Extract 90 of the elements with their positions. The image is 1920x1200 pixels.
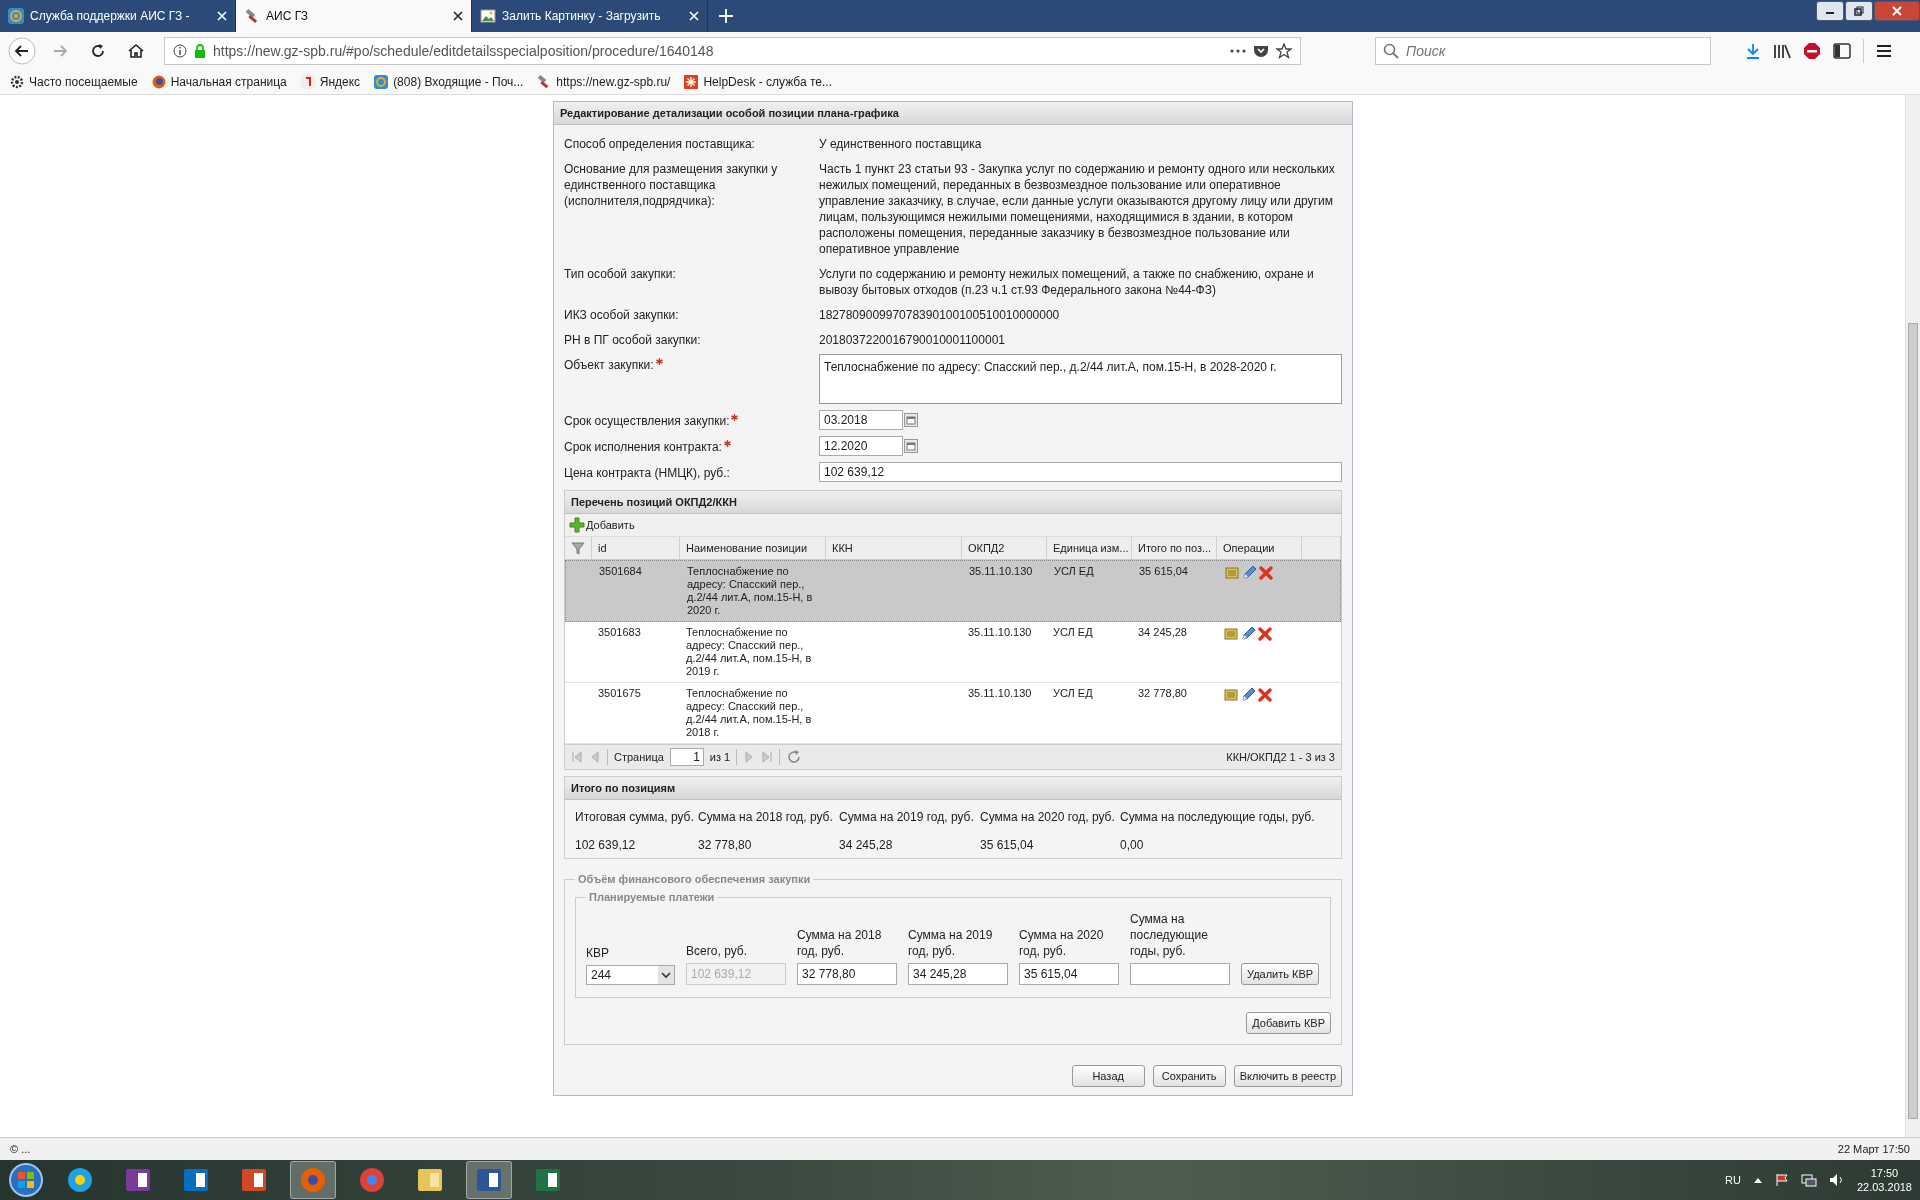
section-title: Итого по позициям [565, 777, 1341, 800]
page-count: из 1 [709, 751, 731, 763]
column-label: Сумма на последующие годы, руб. [1130, 911, 1209, 959]
total-label: Сумма на 2020 год, руб. [980, 810, 1116, 824]
clock[interactable]: 17:50 22.03.2018 [1856, 1166, 1912, 1194]
field-label: Тип особой закупки: [564, 266, 676, 282]
status-text: © ... [10, 1143, 31, 1155]
search-field[interactable]: Поиск [1375, 37, 1711, 65]
add-kvr-button[interactable]: Добавить КВР [1246, 1012, 1331, 1034]
bookmark-link[interactable]: HelpDesk - служба те... [684, 75, 832, 89]
total-label: Итоговая сумма, руб. [575, 810, 695, 824]
amount-field[interactable]: 34 245,28 [908, 963, 1008, 985]
field-label: Объект закупки: [564, 357, 654, 373]
field-value: 2018037220016790010001100001 [819, 332, 1006, 348]
table-cell-text: 3501683 [597, 625, 642, 640]
table-cell-text: 35.11.10.130 [967, 625, 1033, 640]
column-label: КВР [586, 945, 610, 961]
bookmark-link[interactable]: (808) Входящие - Поч... [374, 75, 524, 89]
field-label: Срок исполнения контракта: [564, 439, 722, 455]
table-cell-text: 3501684 [598, 564, 643, 579]
field-label: Способ определения поставщика: [564, 136, 755, 152]
table-cell-text: УСЛ ЕД [1053, 564, 1095, 579]
total-label: Сумма на 2018 год, руб. [698, 810, 834, 824]
table-cell-text: 35 615,04 [1138, 564, 1189, 579]
total-label: Сумма на 2019 год, руб. [839, 810, 975, 824]
bookmark-link[interactable]: Начальная страница [151, 75, 287, 89]
table-cell-text: 3501675 [597, 686, 642, 701]
panel-title: Редактирование детализации особой позиции плана-графика [554, 102, 1352, 125]
table-cell-text: УСЛ ЕД [1052, 686, 1094, 701]
fieldset-legend: Объём финансового обеспечения закупки [575, 873, 814, 885]
total-value: 102 639,12 [575, 838, 637, 852]
table-row[interactable]: 3501684 Теплоснабжение по адресу: Спасский пер., д.2/44 лит.А, пом.15-Н, в 2020 г. 35.11.10.130 УСЛ ЕД 35 615,04 [565, 560, 1341, 622]
fieldset-legend: Планируемые платежи [586, 891, 718, 903]
field-label: Основание для размещения закупки у единственного поставщика (исполнителя,подрядчика): [564, 161, 779, 209]
column-header[interactable]: Наименование позиции [680, 537, 826, 559]
column-label: Сумма на 2020 год, руб. [1019, 927, 1105, 959]
column-label: Сумма на 2019 год, руб. [908, 927, 994, 959]
input-field[interactable]: 102 639,12 [819, 462, 1342, 482]
column-header[interactable]: ККН [826, 537, 962, 559]
column-label: Сумма на 2018 год, руб. [797, 927, 883, 959]
browser-tab[interactable]: АИС ГЗ [236, 0, 472, 32]
textarea-field[interactable]: Теплоснабжение по адресу: Спасский пер., д.2/44 лит.А, пом.15-Н, в 2028-2020 г. [819, 354, 1342, 404]
field-value: У единственного поставщика [819, 136, 983, 152]
action-button[interactable]: Назад [1071, 1065, 1145, 1087]
select-field[interactable]: 244 [586, 965, 675, 985]
action-button[interactable]: Сохранить [1152, 1065, 1226, 1087]
bookmark-link[interactable]: Часто посещаемые [10, 75, 138, 89]
table-cell-text: 35.11.10.130 [968, 564, 1034, 579]
total-value: 34 245,28 [839, 838, 894, 852]
table-cell-text: Теплоснабжение по адресу: Спасский пер., д.2/44 лит.А, пом.15-Н, в 2018 г. [685, 686, 813, 740]
table-cell-text: 35.11.10.130 [967, 686, 1033, 701]
total-value: 35 615,04 [980, 838, 1035, 852]
action-button[interactable]: Включить в реестр [1233, 1065, 1342, 1087]
language-indicator[interactable]: RU [1725, 1174, 1741, 1186]
column-header[interactable]: Операции [1217, 537, 1302, 559]
amount-field[interactable]: 35 615,04 [1019, 963, 1119, 985]
page-label: Страница [614, 751, 664, 763]
table-cell-text: Теплоснабжение по адресу: Спасский пер., д.2/44 лит.А, пом.15-Н, в 2020 г. [686, 564, 814, 618]
bookmark-link[interactable]: Яндекс [300, 75, 361, 89]
field-value: Часть 1 пункт 23 статьи 93 - Закупка услуг по содержанию и ремонту одного или нескольких нежилых помещений, переданных в безвозмездное пользование или оперативное управление заказчику, в случае, если данные услуги оказываются другому лицу или другим лицам, пользующимся нежилыми помещениями, находящимися в здании, в котором расположены помещения, переданные заказчику в безвозмездное пользование или оперативное управление [819, 161, 1336, 257]
status-text: 22 Март 17:50 [1837, 1143, 1910, 1155]
table-cell-text: 34 245,28 [1137, 625, 1188, 640]
field-label: Цена контракта (НМЦК), руб.: [564, 465, 730, 481]
total-value: 32 778,80 [698, 838, 753, 852]
table-cell-text: 32 778,80 [1137, 686, 1188, 701]
table-cell-text: УСЛ ЕД [1052, 625, 1094, 640]
add-button[interactable]: Добавить [569, 517, 635, 533]
field-value: Услуги по содержанию и ремонту нежилых помещений, а также по снабжению, охране и вывозу бытовых отходов (п.23 ч.1 ст.93 Федерального закона №44-ФЗ) [819, 266, 1315, 298]
total-value: 0,00 [1120, 838, 1145, 852]
amount-field[interactable]: 32 778,80 [797, 963, 897, 985]
page-field[interactable]: 1 [669, 748, 704, 766]
address-bar[interactable]: https://new.gz-spb.ru/#po/schedule/editdetailsspecialposition/procedure/1640148 [164, 37, 1301, 65]
bookmark-link[interactable]: https://new.gz-spb.ru/ [537, 75, 671, 89]
section-title: Перечень позиций ОКПД2/ККН [565, 491, 1341, 514]
column-label: Всего, руб. [686, 943, 748, 959]
total-label: Сумма на последующие годы, руб. [1120, 810, 1316, 824]
table-row[interactable]: 3501683 Теплоснабжение по адресу: Спасский пер., д.2/44 лит.А, пом.15-Н, в 2019 г. 35.11.10.130 УСЛ ЕД 34 245,28 [565, 622, 1341, 683]
table-cell-text: Теплоснабжение по адресу: Спасский пер., д.2/44 лит.А, пом.15-Н, в 2019 г. [685, 625, 813, 679]
field-label: Срок осуществления закупки: [564, 413, 730, 429]
field-value: 182780900997078390100100510010000000 [819, 307, 1061, 323]
field-label: ИКЗ особой закупки: [564, 307, 679, 323]
paging-summary: ККН/ОКПД2 1 - 3 из 3 [1226, 751, 1335, 763]
date-field[interactable]: 12.2020 [819, 436, 903, 456]
column-header[interactable]: Итого по поз... [1132, 537, 1217, 559]
column-header[interactable]: ОКПД2 [962, 537, 1047, 559]
field-label: РН в ПГ особой закупки: [564, 332, 701, 348]
date-field[interactable]: 03.2018 [819, 410, 903, 430]
column-header[interactable]: Единица изм... [1047, 537, 1132, 559]
column-header[interactable]: id [592, 537, 680, 559]
delete-kvr-button[interactable]: Удалить КВР [1241, 963, 1320, 985]
